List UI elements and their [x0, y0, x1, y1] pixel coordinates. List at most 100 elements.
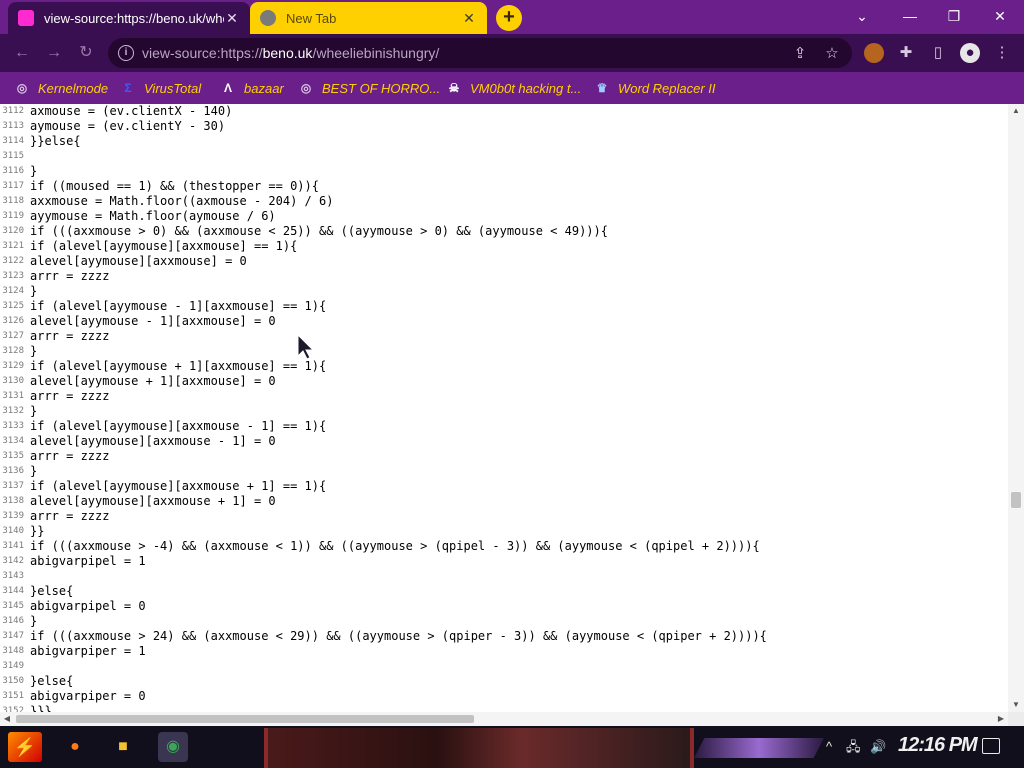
magenta-square-icon	[18, 10, 34, 26]
source-code-text: aymouse = (ev.clientY - 30)	[30, 119, 226, 133]
line-number[interactable]: 3133	[0, 419, 30, 434]
puzzle-extensions-icon[interactable]: ✚	[896, 43, 916, 63]
file-explorer-icon[interactable]: ■	[108, 732, 138, 762]
share-icon[interactable]: ⇪	[790, 44, 810, 64]
volume-icon[interactable]: 🔊	[870, 738, 886, 756]
close-tab-icon[interactable]: ✕	[461, 10, 477, 27]
line-number[interactable]: 3143	[0, 569, 30, 584]
close-tab-icon[interactable]: ✕	[224, 10, 240, 27]
clock[interactable]: 12:16 PM	[898, 734, 978, 757]
back-arrow-icon[interactable]: ←	[10, 41, 34, 65]
vertical-scrollbar[interactable]: ▲ ▼	[1008, 104, 1024, 712]
source-code-text: axmouse = (ev.clientX - 140)	[30, 104, 233, 118]
line-number[interactable]: 3116	[0, 164, 30, 179]
bookmark-label: Word Replacer II	[618, 80, 716, 96]
source-code-text: if (((axxmouse > 24) && (axxmouse < 29))…	[30, 629, 767, 643]
line-number[interactable]: 3149	[0, 659, 30, 674]
url-text[interactable]: view-source:https://beno.uk/wheeliebinis…	[142, 45, 439, 61]
line-number[interactable]: 3125	[0, 299, 30, 314]
line-number[interactable]: 3131	[0, 389, 30, 404]
forward-arrow-icon[interactable]: →	[42, 41, 66, 65]
line-number[interactable]: 3145	[0, 599, 30, 614]
line-number[interactable]: 3113	[0, 119, 30, 134]
scroll-right-arrow-icon[interactable]: ▶	[994, 712, 1008, 726]
line-number[interactable]: 3121	[0, 239, 30, 254]
minimize-button[interactable]: —	[888, 4, 932, 28]
bookmark-vm0b0t[interactable]: ☠ VM0b0t hacking t...	[446, 78, 582, 98]
close-window-button[interactable]: ✕	[978, 4, 1022, 28]
line-number[interactable]: 3115	[0, 149, 30, 164]
line-number[interactable]: 3142	[0, 554, 30, 569]
scroll-down-arrow-icon[interactable]: ▼	[1008, 698, 1024, 712]
line-number[interactable]: 3112	[0, 104, 30, 119]
line-number[interactable]: 3130	[0, 374, 30, 389]
bookmark-best-of-horror[interactable]: ◎ BEST OF HORRO...	[298, 78, 440, 98]
profile-icon[interactable]: ●	[960, 43, 980, 63]
tab-view-source[interactable]: view-source:https://beno.uk/wheeliebinis…	[8, 2, 250, 34]
horizontal-scrollbar[interactable]: ◀ ▶	[0, 712, 1008, 726]
vertical-scroll-thumb[interactable]	[1011, 492, 1021, 508]
bookmark-label: Kernelmode	[38, 80, 109, 96]
bookmark-virustotal[interactable]: Σ VirusTotal	[120, 78, 201, 98]
line-number[interactable]: 3132	[0, 404, 30, 419]
restore-button[interactable]: ❐	[932, 4, 976, 28]
line-number[interactable]: 3146	[0, 614, 30, 629]
line-number[interactable]: 3117	[0, 179, 30, 194]
bookmark-bazaar[interactable]: Λ bazaar	[220, 78, 284, 98]
source-line: 3114}}else{	[0, 134, 80, 149]
tab-search-icon[interactable]: ⌄	[840, 4, 884, 28]
address-bar[interactable]: i view-source:https://beno.uk/wheeliebin…	[108, 38, 852, 68]
info-icon[interactable]: i	[118, 45, 134, 61]
tray-chevron-icon[interactable]: ^	[826, 738, 832, 756]
network-icon[interactable]: 🖧	[846, 738, 861, 756]
line-number[interactable]: 3124	[0, 284, 30, 299]
bookmark-label: VM0b0t hacking t...	[470, 80, 582, 96]
line-number[interactable]: 3150	[0, 674, 30, 689]
tab-new-tab[interactable]: New Tab ✕	[250, 2, 487, 34]
line-number[interactable]: 3135	[0, 449, 30, 464]
side-panel-icon[interactable]: ▯	[928, 43, 948, 63]
scrollbar-corner	[1008, 712, 1024, 726]
chrome-icon[interactable]: ◉	[158, 732, 188, 762]
line-number[interactable]: 3126	[0, 314, 30, 329]
source-line: 3115	[0, 149, 30, 164]
bookmark-word-replacer[interactable]: ♛ Word Replacer II	[594, 78, 716, 98]
bookmark-kernelmode[interactable]: ◎ Kernelmode	[14, 78, 108, 98]
notifications-icon[interactable]	[982, 738, 1000, 754]
start-button[interactable]: ⚡	[8, 732, 42, 762]
line-number[interactable]: 3136	[0, 464, 30, 479]
line-number[interactable]: 3139	[0, 509, 30, 524]
line-number[interactable]: 3141	[0, 539, 30, 554]
line-number[interactable]: 3128	[0, 344, 30, 359]
line-number[interactable]: 3119	[0, 209, 30, 224]
line-number[interactable]: 3120	[0, 224, 30, 239]
scroll-left-arrow-icon[interactable]: ◀	[0, 712, 14, 726]
line-number[interactable]: 3140	[0, 524, 30, 539]
line-number[interactable]: 3122	[0, 254, 30, 269]
line-number[interactable]: 3127	[0, 329, 30, 344]
line-number[interactable]: 3134	[0, 434, 30, 449]
scroll-up-arrow-icon[interactable]: ▲	[1008, 104, 1024, 118]
line-number[interactable]: 3148	[0, 644, 30, 659]
line-number[interactable]: 3137	[0, 479, 30, 494]
horizontal-scroll-thumb[interactable]	[16, 715, 474, 723]
star-icon[interactable]: ☆	[822, 44, 842, 64]
line-number[interactable]: 3144	[0, 584, 30, 599]
reload-icon[interactable]: ↻	[74, 41, 98, 65]
line-number[interactable]: 3114	[0, 134, 30, 149]
new-tab-button[interactable]: +	[496, 5, 522, 31]
source-code-text: if (alevel[ayymouse][axxmouse] == 1){	[30, 239, 298, 253]
line-number[interactable]: 3138	[0, 494, 30, 509]
line-number[interactable]: 3151	[0, 689, 30, 704]
line-number[interactable]: 3147	[0, 629, 30, 644]
extension-avatar-icon[interactable]	[864, 43, 884, 63]
line-number[interactable]: 3123	[0, 269, 30, 284]
source-line: 3122 alevel[ayymouse][axxmouse] = 0	[0, 254, 246, 269]
line-number[interactable]: 3129	[0, 359, 30, 374]
source-view[interactable]: 3112 axmouse = (ev.clientX - 140) 3113 aymo…	[0, 104, 1024, 712]
firefox-icon[interactable]: ●	[60, 732, 90, 762]
tab-title: New Tab	[286, 10, 337, 26]
menu-kebab-icon[interactable]: ⋮	[992, 43, 1012, 63]
line-number[interactable]: 3152	[0, 704, 30, 712]
line-number[interactable]: 3118	[0, 194, 30, 209]
